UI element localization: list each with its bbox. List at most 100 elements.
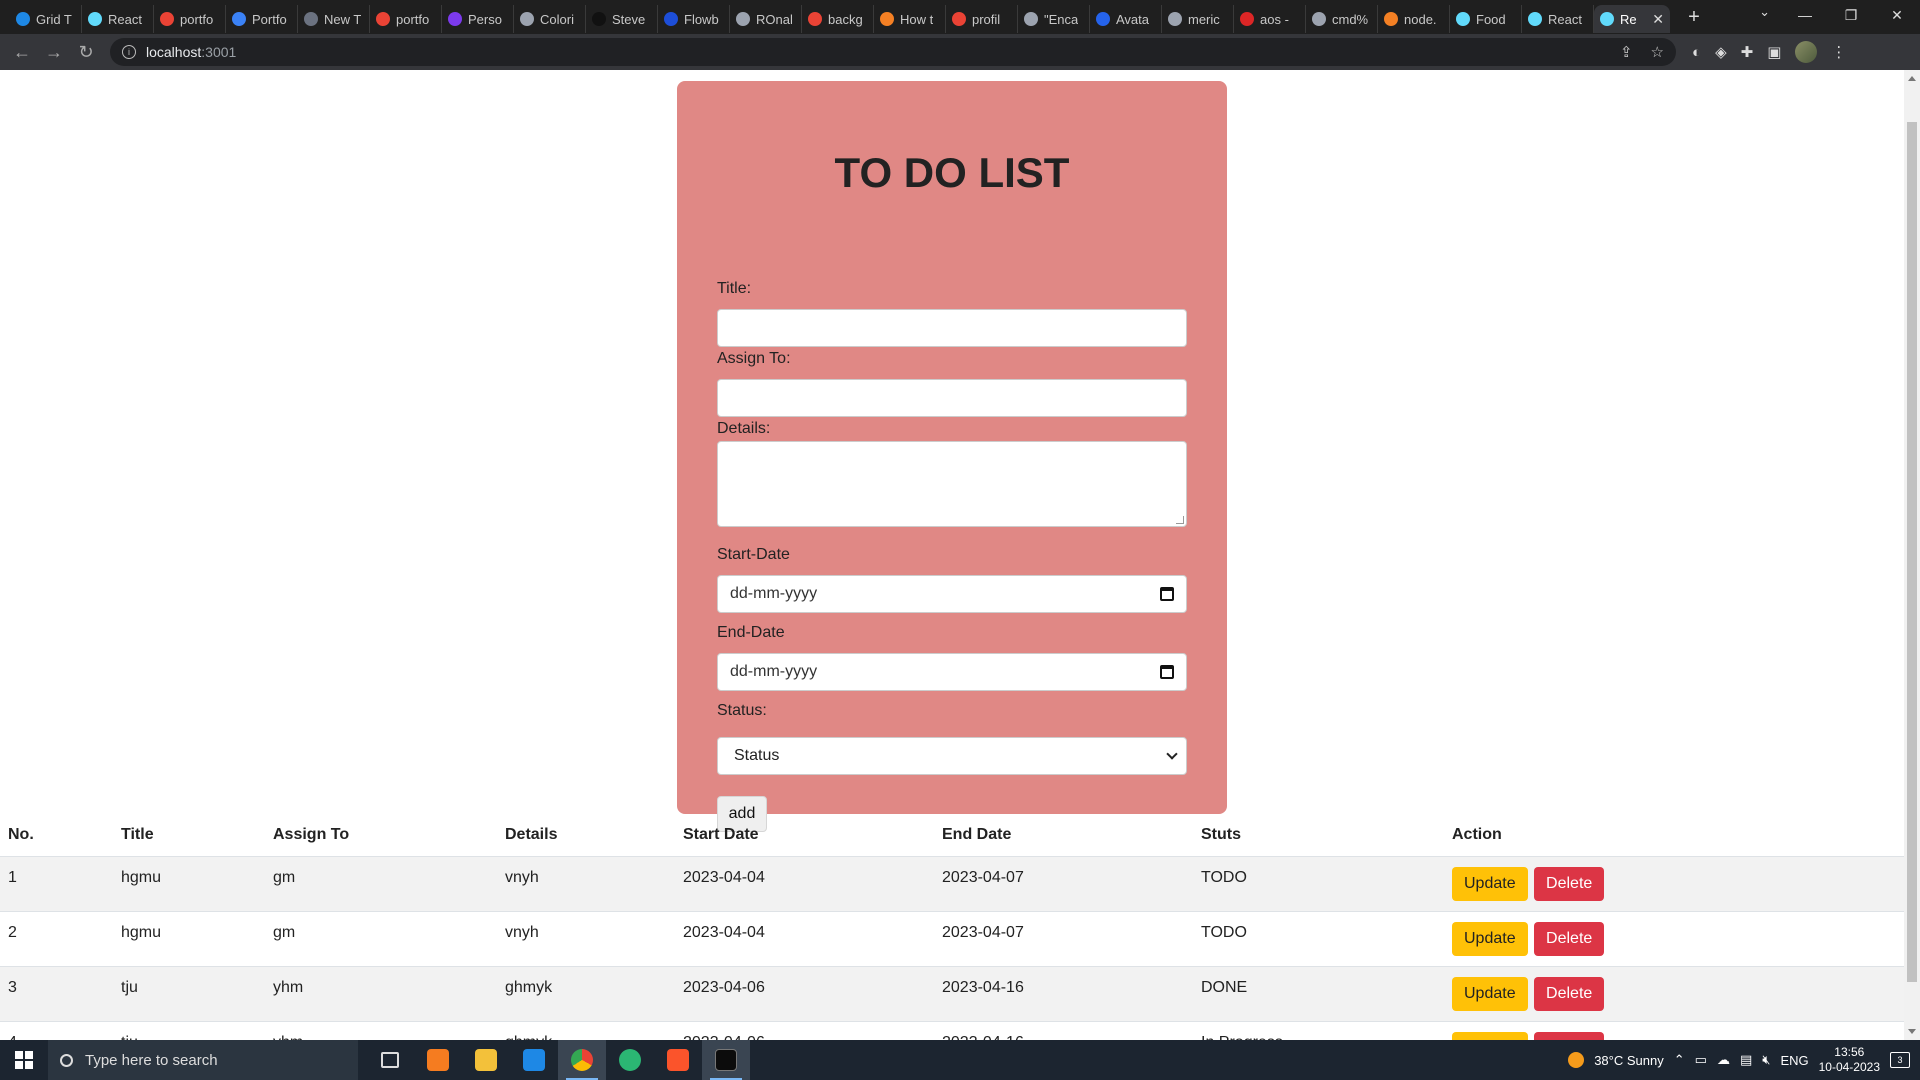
- onedrive-cloud-icon[interactable]: ☁: [1717, 1052, 1730, 1068]
- react-favicon-icon: [1600, 12, 1614, 26]
- tab-favicon-icon: [880, 12, 894, 26]
- browser-tab[interactable]: Steve: [586, 5, 658, 33]
- column-header: End Date: [934, 814, 1193, 857]
- title-input[interactable]: [717, 309, 1187, 347]
- edge-icon[interactable]: [606, 1040, 654, 1080]
- table-row: 2 hgmu gm vnyh 2023-04-04 2023-04-07 TODO Updat…: [0, 911, 1904, 967]
- scroll-up-arrow-icon[interactable]: [1908, 76, 1916, 81]
- browser-tab[interactable]: "Enca: [1018, 5, 1090, 33]
- file-explorer-icon[interactable]: [462, 1040, 510, 1080]
- network-icon[interactable]: ▤: [1740, 1052, 1752, 1068]
- delete-button[interactable]: Delete: [1534, 921, 1605, 956]
- update-button[interactable]: Update: [1452, 976, 1528, 1011]
- tab-favicon-icon: [592, 12, 606, 26]
- close-button[interactable]: ✕: [1874, 0, 1920, 30]
- browser-tab[interactable]: meric: [1162, 5, 1234, 33]
- terminal-icon[interactable]: [702, 1040, 750, 1080]
- browser-tab[interactable]: Colori: [514, 5, 586, 33]
- chrome-icon[interactable]: [558, 1040, 606, 1080]
- todo-form-card: TO DO LIST Title: Assign To: Details: St…: [677, 81, 1227, 832]
- browser-tab[interactable]: Grid T: [10, 5, 82, 33]
- side-panel-icon[interactable]: ▣: [1767, 43, 1781, 61]
- taskbar-search[interactable]: Type here to search: [48, 1040, 358, 1080]
- cell-end: 2023-04-07: [934, 911, 1193, 967]
- start-date-input[interactable]: dd-mm-yyyy: [717, 575, 1187, 613]
- start-button[interactable]: [0, 1040, 48, 1080]
- browser-tab[interactable]: cmd%: [1306, 5, 1378, 33]
- tray-chevron-up-icon[interactable]: ⌃: [1674, 1052, 1685, 1068]
- end-date-input[interactable]: dd-mm-yyyy: [717, 653, 1187, 691]
- calendar-icon[interactable]: [1160, 665, 1174, 679]
- update-button[interactable]: Update: [1452, 1031, 1528, 1040]
- browser-tab[interactable]: ROnal: [730, 5, 802, 33]
- close-tab-icon[interactable]: ✕: [1652, 11, 1664, 28]
- browser-tab-active[interactable]: Re ✕: [1594, 5, 1670, 33]
- tab-favicon-icon: [88, 12, 102, 26]
- tab-search-chevron-icon[interactable]: ⌄: [1759, 4, 1770, 20]
- extension-badge-icon[interactable]: ◈: [1715, 43, 1727, 61]
- browser-tab[interactable]: Portfo: [226, 5, 298, 33]
- volume-icon[interactable]: 🔇︎: [1762, 1052, 1770, 1068]
- details-label: Details:: [717, 420, 771, 437]
- browser-tab[interactable]: profil: [946, 5, 1018, 33]
- cell-status: In Progress: [1193, 1021, 1444, 1040]
- tab-title: "Enca: [1044, 11, 1079, 27]
- column-header: Details: [497, 814, 675, 857]
- battery-icon[interactable]: ▭: [1695, 1052, 1707, 1068]
- profile-avatar[interactable]: [1795, 41, 1818, 63]
- site-info-icon[interactable]: i: [122, 45, 136, 59]
- new-tab-button[interactable]: +: [1680, 6, 1708, 29]
- cell-title: hgmu: [113, 911, 265, 967]
- vertical-scrollbar[interactable]: [1904, 70, 1920, 1040]
- task-view-icon[interactable]: [366, 1040, 414, 1080]
- browser-tab[interactable]: Food: [1450, 5, 1522, 33]
- extensions-puzzle-icon[interactable]: ✚: [1741, 43, 1754, 61]
- app-icon-skype[interactable]: [414, 1040, 462, 1080]
- extension-icon[interactable]: ◐: [1692, 44, 1701, 61]
- status-select[interactable]: Status: [717, 737, 1187, 775]
- vscode-icon[interactable]: [510, 1040, 558, 1080]
- delete-button[interactable]: Delete: [1534, 1031, 1605, 1040]
- assign-input[interactable]: [717, 379, 1187, 417]
- browser-tab[interactable]: portfo: [370, 5, 442, 33]
- language-indicator[interactable]: ENG: [1780, 1053, 1808, 1068]
- tab-title: ROnal: [756, 11, 793, 27]
- browser-tab[interactable]: node.: [1378, 5, 1450, 33]
- forward-button[interactable]: →: [38, 36, 70, 68]
- tab-favicon-icon: [1240, 12, 1254, 26]
- brave-icon[interactable]: [654, 1040, 702, 1080]
- browser-tab[interactable]: New T: [298, 5, 370, 33]
- address-bar[interactable]: i localhost:3001 ⇪ ☆: [110, 38, 1676, 66]
- chevron-down-icon: [1166, 748, 1178, 760]
- notification-icon[interactable]: 3: [1890, 1052, 1910, 1068]
- reload-button[interactable]: ↻: [70, 36, 102, 68]
- details-textarea[interactable]: [717, 441, 1187, 527]
- back-button[interactable]: ←: [6, 36, 38, 68]
- delete-button[interactable]: Delete: [1534, 976, 1605, 1011]
- update-button[interactable]: Update: [1452, 866, 1528, 901]
- share-icon[interactable]: ⇪: [1620, 43, 1633, 61]
- browser-tab[interactable]: portfo: [154, 5, 226, 33]
- calendar-icon[interactable]: [1160, 587, 1174, 601]
- browser-tab[interactable]: Perso: [442, 5, 514, 33]
- browser-menu-icon[interactable]: ⋮: [1831, 43, 1846, 61]
- update-button[interactable]: Update: [1452, 921, 1528, 956]
- browser-tab[interactable]: Avata: [1090, 5, 1162, 33]
- browser-tab[interactable]: How t: [874, 5, 946, 33]
- browser-tab[interactable]: backg: [802, 5, 874, 33]
- window-controls: — ❐ ✕: [1782, 0, 1920, 30]
- browser-tab[interactable]: React: [82, 5, 154, 33]
- bookmark-star-icon[interactable]: ☆: [1651, 43, 1664, 61]
- weather-text[interactable]: 38°C Sunny: [1594, 1053, 1664, 1068]
- minimize-button[interactable]: —: [1782, 0, 1828, 30]
- delete-button[interactable]: Delete: [1534, 866, 1605, 901]
- browser-tab[interactable]: aos -: [1234, 5, 1306, 33]
- browser-tab[interactable]: React: [1522, 5, 1594, 33]
- resize-handle-icon[interactable]: [1176, 516, 1184, 524]
- restore-button[interactable]: ❐: [1828, 0, 1874, 30]
- scrollbar-thumb[interactable]: [1907, 122, 1917, 982]
- scroll-down-arrow-icon[interactable]: [1908, 1029, 1916, 1034]
- taskbar-clock[interactable]: 13:56 10-04-2023: [1819, 1045, 1880, 1075]
- task-table: No. Title Assign To Details Start Date E…: [0, 814, 1904, 1040]
- browser-tab[interactable]: Flowb: [658, 5, 730, 33]
